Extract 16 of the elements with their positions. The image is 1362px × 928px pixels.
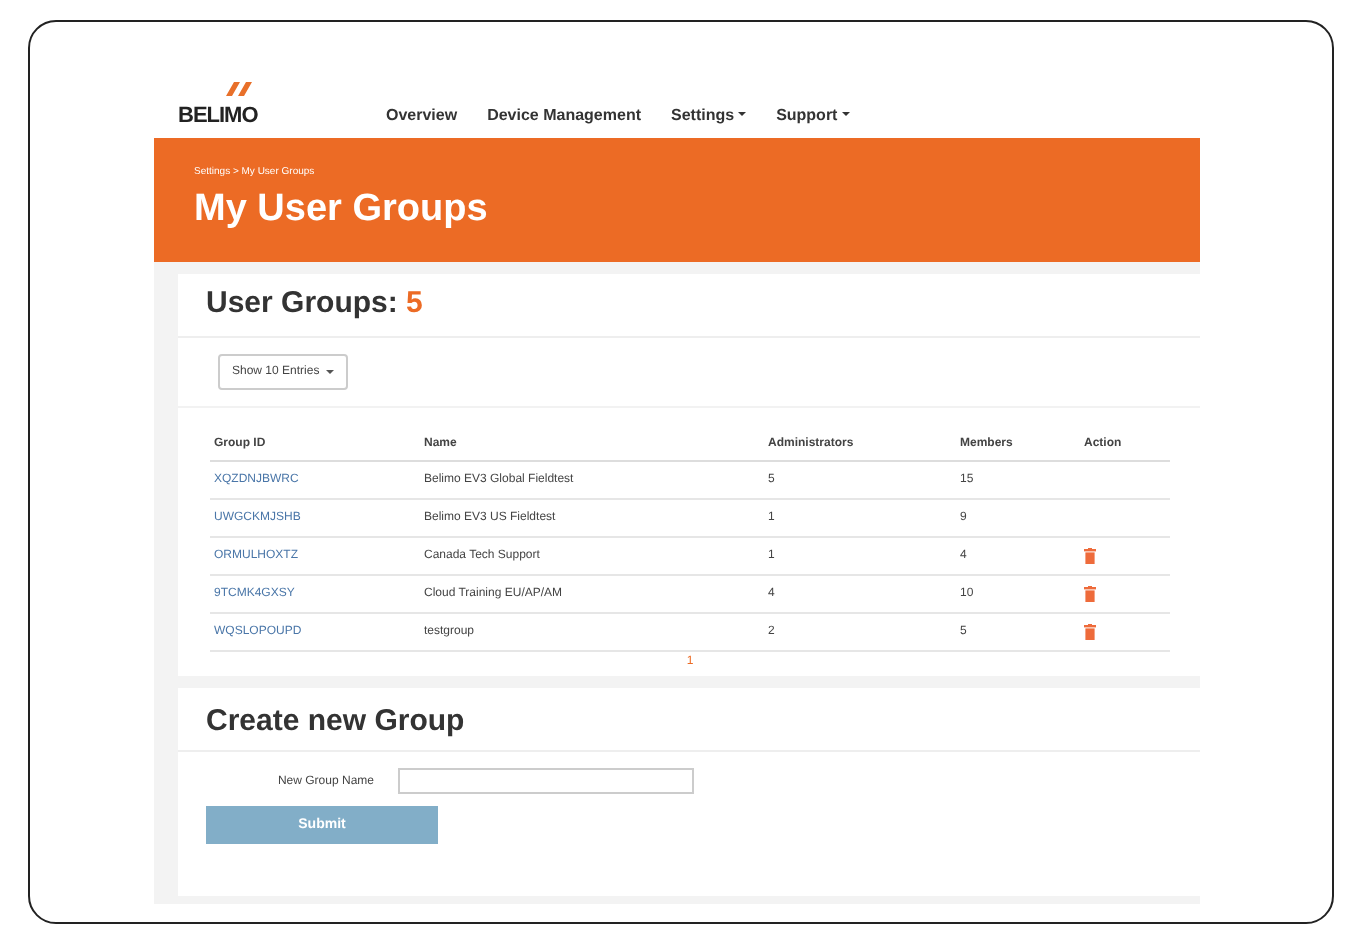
nav-link[interactable]: Overview xyxy=(386,105,458,123)
section-title: Create new Group xyxy=(206,704,467,738)
trash-icon[interactable] xyxy=(1084,624,1096,640)
page-title: My User Groups xyxy=(194,188,490,232)
caret-icon xyxy=(841,112,850,116)
section-title: User Groups: xyxy=(206,286,398,320)
group-count: 5 xyxy=(406,286,423,320)
trash-icon[interactable] xyxy=(1084,586,1096,602)
group-name-field[interactable] xyxy=(398,768,694,794)
caret-icon xyxy=(738,112,747,116)
nav-link[interactable]: Support xyxy=(776,105,850,123)
nav-link[interactable]: Settings xyxy=(671,105,747,123)
caret-icon xyxy=(325,370,334,374)
nav-link[interactable]: Device Management xyxy=(487,105,641,123)
logo-text: BELIMO xyxy=(178,104,258,128)
trash-icon[interactable] xyxy=(1084,548,1096,564)
